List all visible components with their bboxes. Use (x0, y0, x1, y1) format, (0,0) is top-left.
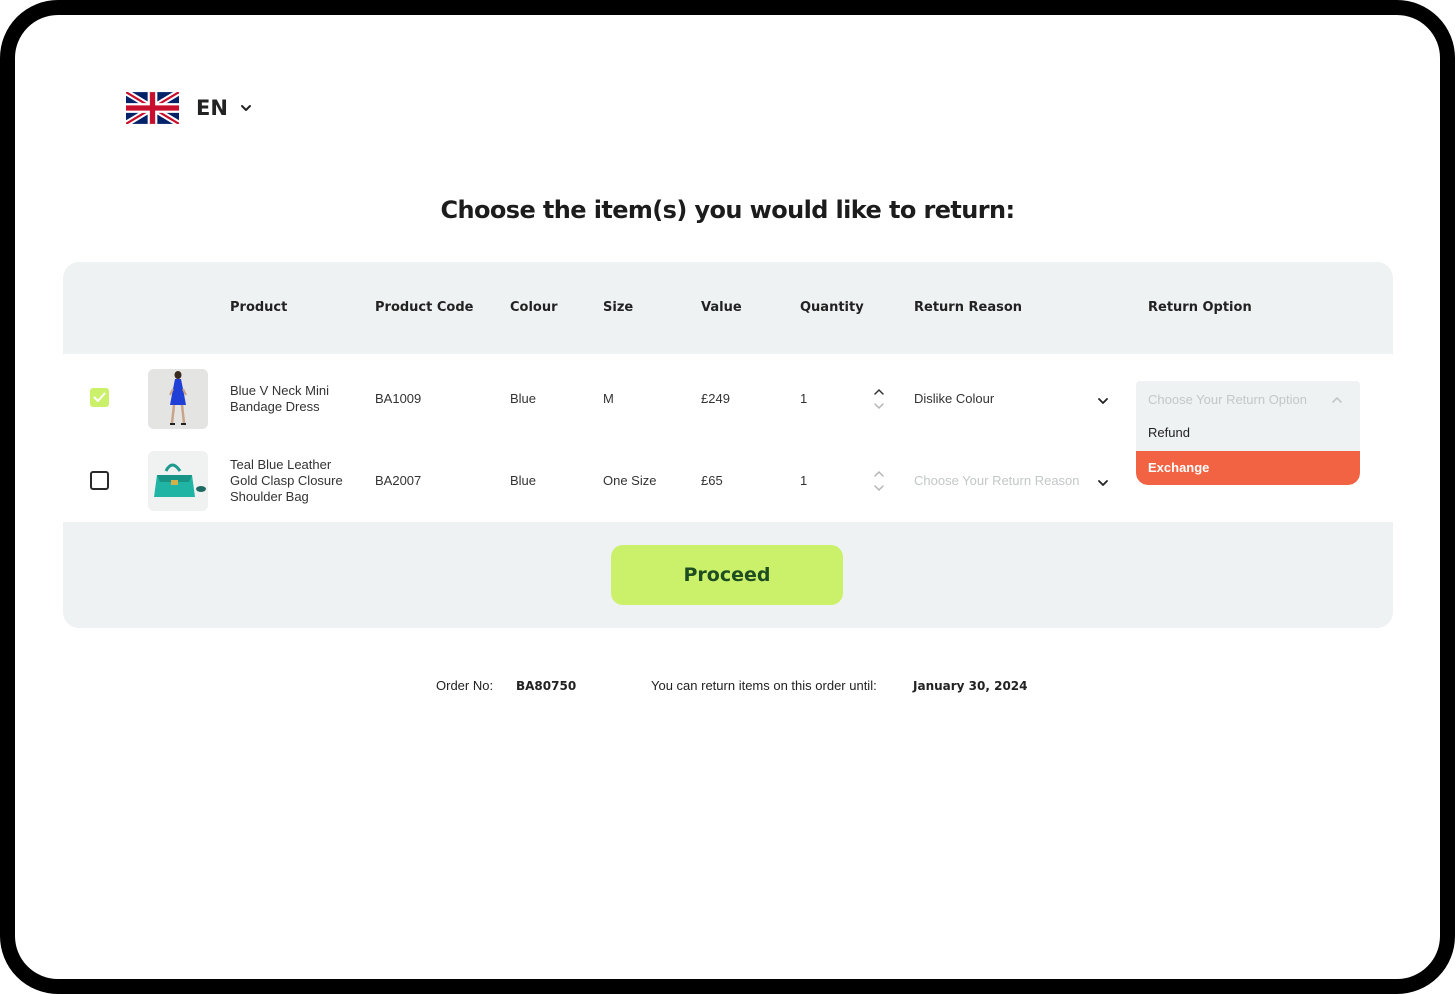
page-title: Choose the item(s) you would like to ret… (440, 196, 1016, 224)
dropdown-option-exchange[interactable]: Exchange (1136, 451, 1360, 485)
header-product: Product (230, 300, 288, 315)
chevron-down-icon (874, 403, 884, 410)
product-image-bag (148, 451, 208, 511)
return-deadline-label: You can return items on this order until… (651, 678, 877, 693)
header-product-code: Product Code (375, 300, 474, 315)
row-select-checkbox-checked[interactable] (90, 388, 109, 407)
header-size: Size (603, 300, 634, 315)
header-return-option: Return Option (1148, 300, 1252, 315)
product-name: Blue V Neck Mini Bandage Dress (230, 383, 329, 414)
product-value: £65 (701, 473, 723, 488)
proceed-button[interactable]: Proceed (611, 545, 843, 605)
order-number: BA80750 (516, 679, 577, 693)
header-value: Value (701, 300, 742, 315)
chevron-up-icon[interactable] (1331, 396, 1343, 404)
quantity-stepper[interactable] (873, 388, 885, 410)
return-option-placeholder[interactable]: Choose Your Return Option (1148, 392, 1307, 407)
language-code: EN (196, 96, 228, 120)
row-select-checkbox[interactable] (90, 471, 109, 490)
header-quantity: Quantity (800, 300, 864, 315)
return-reason-select[interactable]: Dislike Colour (914, 391, 994, 407)
check-icon (93, 392, 106, 402)
product-name: Teal Blue Leather Gold Clasp Closure Sho… (230, 457, 343, 504)
product-size: M (603, 391, 614, 406)
product-code: BA2007 (375, 473, 422, 488)
product-colour: Blue (510, 391, 537, 406)
quantity-value: 1 (800, 391, 808, 406)
uk-flag-icon (126, 92, 179, 124)
quantity-stepper[interactable] (873, 470, 885, 492)
chevron-down-icon[interactable] (1097, 479, 1109, 487)
chevron-down-icon[interactable] (1097, 397, 1109, 405)
return-items-table: Product Product Code Colour Size Value Q… (63, 262, 1393, 628)
return-reason-select-placeholder[interactable]: Choose Your Return Reason (914, 473, 1080, 489)
chevron-down-icon (874, 485, 884, 492)
header-return-reason: Return Reason (914, 300, 1023, 315)
header-colour: Colour (510, 300, 558, 315)
quantity-value: 1 (800, 473, 808, 488)
product-colour: Blue (510, 473, 537, 488)
product-value: £249 (701, 391, 730, 406)
return-option-dropdown[interactable]: Choose Your Return Option Refund Exchang… (1136, 381, 1360, 485)
chevron-up-icon (874, 470, 884, 477)
dropdown-option-refund[interactable]: Refund (1136, 416, 1360, 450)
order-number-label: Order No: (436, 678, 494, 693)
product-code: BA1009 (375, 391, 422, 406)
language-selector[interactable]: EN (126, 92, 252, 124)
product-image-dress (148, 369, 208, 429)
chevron-down-icon (240, 105, 251, 111)
return-deadline-date: January 30, 2024 (913, 679, 1028, 693)
product-size: One Size (603, 473, 657, 488)
chevron-up-icon (874, 388, 884, 395)
